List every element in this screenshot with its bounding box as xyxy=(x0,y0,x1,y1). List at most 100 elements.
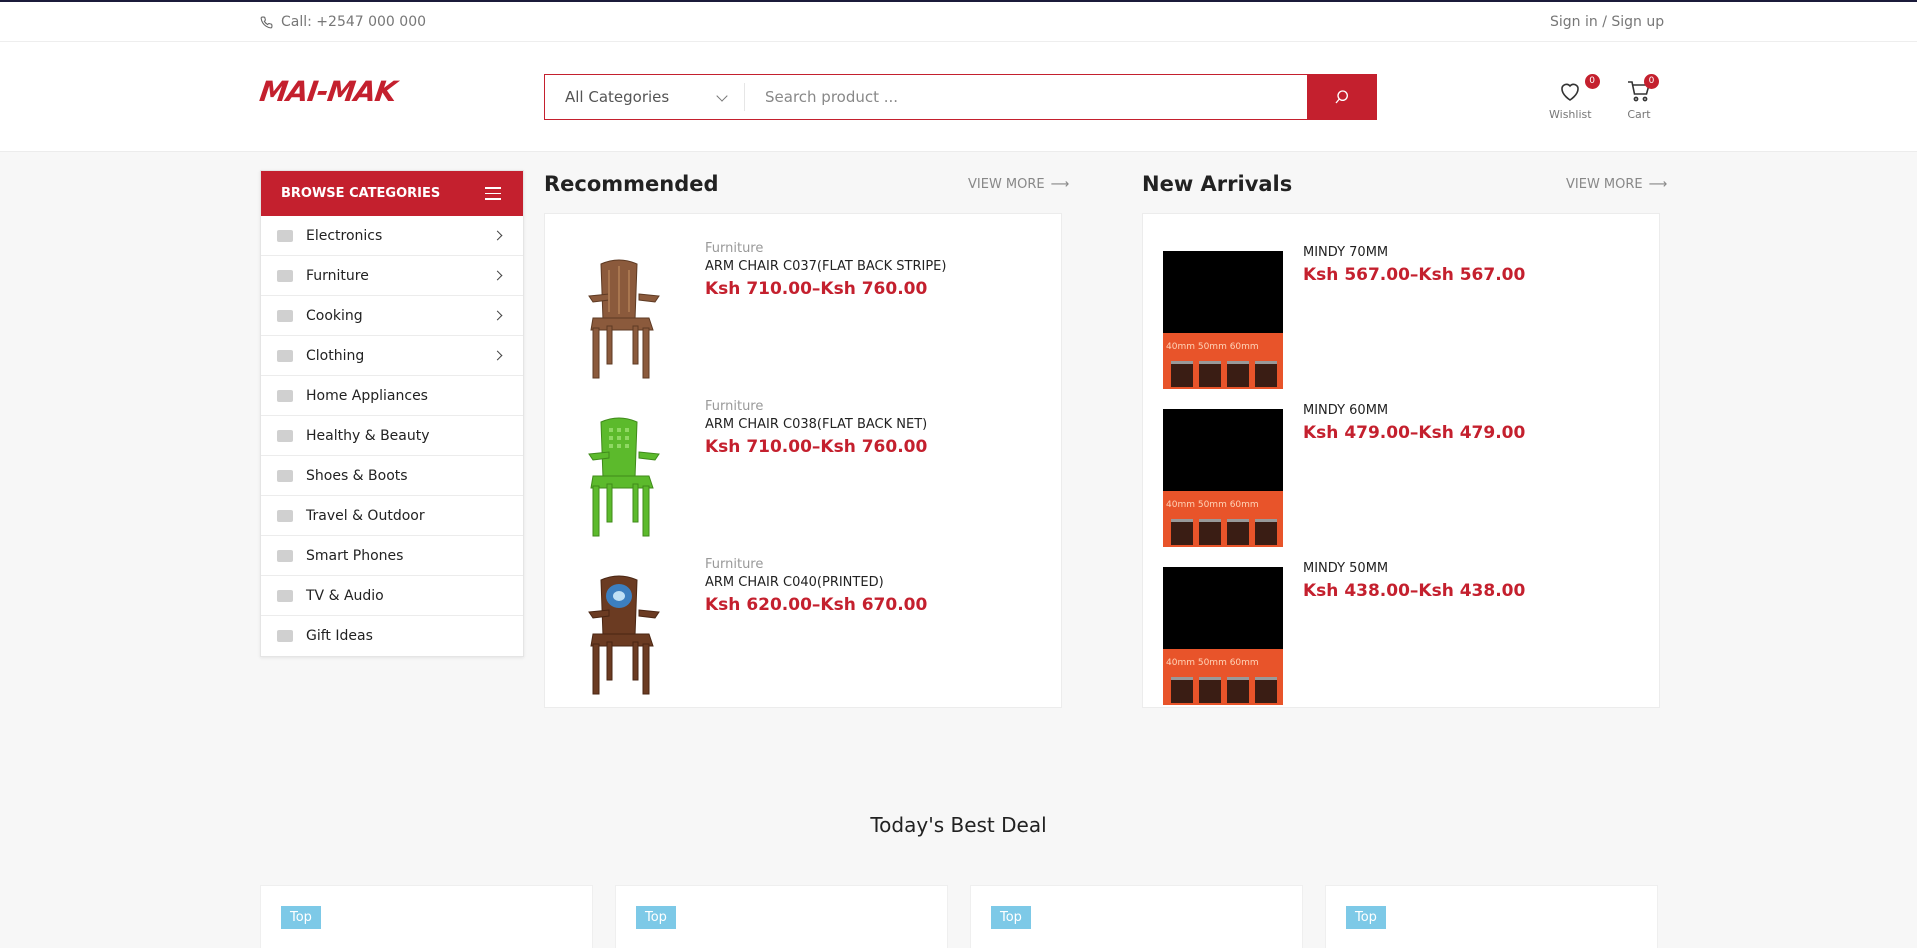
deal-card[interactable]: Top xyxy=(970,885,1303,948)
signin-link[interactable]: Sign in xyxy=(1550,14,1598,30)
sidebar-item-travel-outdoor[interactable]: Travel & Outdoor xyxy=(261,496,523,536)
product-name[interactable]: ARM CHAIR C038(FLAT BACK NET) xyxy=(705,417,927,432)
new-arrivals-panel: 40mm 50mm 60mm MINDY 70MM Ksh 567.00–Ksh… xyxy=(1142,213,1660,708)
call-text: Call: +2547 000 000 xyxy=(281,14,427,30)
product-price: Ksh 479.00–Ksh 479.00 xyxy=(1303,423,1526,443)
shirt-icon xyxy=(277,349,293,362)
heart-icon xyxy=(1561,83,1580,101)
site-logo[interactable]: MAI-MAK xyxy=(258,75,398,108)
sidebar-item-label: Cooking xyxy=(306,307,363,324)
view-more-label: VIEW MORE xyxy=(968,177,1045,192)
sidebar-item-clothing[interactable]: Clothing xyxy=(261,336,523,376)
tv-icon xyxy=(277,589,293,602)
product-image[interactable] xyxy=(579,414,667,538)
sidebar-item-label: Gift Ideas xyxy=(306,628,373,644)
product-price: Ksh 710.00–Ksh 760.00 xyxy=(705,279,928,299)
product-card[interactable]: 40mm 50mm 60mm MINDY 70MM Ksh 567.00–Ksh… xyxy=(1143,214,1659,389)
phone-icon xyxy=(277,549,293,562)
sidebar-item-healthy-beauty[interactable]: Healthy & Beauty xyxy=(261,416,523,456)
chevron-right-icon xyxy=(492,230,503,241)
search-button[interactable] xyxy=(1307,75,1376,119)
phone-icon xyxy=(260,16,273,28)
call-info: Call: +2547 000 000 xyxy=(260,14,426,30)
product-card[interactable]: 40mm 50mm 60mm MINDY 60MM Ksh 479.00–Ksh… xyxy=(1143,372,1659,547)
product-card[interactable]: 40mm 50mm 60mm MINDY 50MM Ksh 438.00–Ksh… xyxy=(1143,530,1659,705)
top-bar: Call: +2547 000 000 Sign in / Sign up xyxy=(0,2,1917,42)
search-input[interactable] xyxy=(745,75,1307,119)
sidebar-item-gift-ideas[interactable]: Gift Ideas xyxy=(261,616,523,656)
product-category: Furniture xyxy=(705,241,764,256)
product-name[interactable]: MINDY 70MM xyxy=(1303,245,1388,260)
sidebar-item-cooking[interactable]: Cooking xyxy=(261,296,523,336)
signup-link[interactable]: Sign up xyxy=(1611,14,1664,30)
product-image-text: 40mm 50mm 60mm xyxy=(1166,342,1259,352)
deal-card[interactable]: Top xyxy=(1325,885,1658,948)
sidebar-item-label: Shoes & Boots xyxy=(306,467,408,484)
best-deal-title: Today's Best Deal xyxy=(870,813,1047,837)
sidebar-item-label: Electronics xyxy=(306,227,383,244)
wishlist-count-badge: 0 xyxy=(1584,74,1600,89)
product-card[interactable]: Furniture ARM CHAIR C037(FLAT BACK STRIP… xyxy=(545,214,1061,379)
product-image-text: 40mm 50mm 60mm xyxy=(1166,658,1259,668)
cart-button[interactable]: 0 Cart xyxy=(1627,74,1659,121)
wishlist-button[interactable]: 0 Wishlist xyxy=(1549,74,1600,121)
product-image-text: 40mm 50mm 60mm xyxy=(1166,500,1259,510)
cart-count-badge: 0 xyxy=(1644,74,1659,89)
chevron-right-icon xyxy=(492,350,503,361)
sidebar-item-label: Home Appliances xyxy=(306,387,428,404)
sofa-icon xyxy=(277,269,293,282)
product-image[interactable]: 40mm 50mm 60mm xyxy=(1163,409,1283,547)
product-price: Ksh 620.00–Ksh 670.00 xyxy=(705,595,928,615)
hamburger-menu-icon[interactable] xyxy=(485,187,501,204)
browse-categories-title: BROWSE CATEGORIES xyxy=(281,186,441,201)
chevron-right-icon xyxy=(492,270,503,281)
top-badge: Top xyxy=(991,906,1031,929)
new-arrivals-view-more[interactable]: VIEW MORE ⟶ xyxy=(1566,177,1667,192)
product-name[interactable]: ARM CHAIR C037(FLAT BACK STRIPE) xyxy=(705,259,946,274)
browse-categories-header[interactable]: BROWSE CATEGORIES xyxy=(261,171,523,216)
top-badge: Top xyxy=(281,906,321,929)
top-badge: Top xyxy=(1346,906,1386,929)
product-image[interactable]: 40mm 50mm 60mm xyxy=(1163,251,1283,389)
sidebar-item-label: Healthy & Beauty xyxy=(306,427,430,444)
deal-card[interactable]: Top xyxy=(615,885,948,948)
product-card[interactable]: Furniture ARM CHAIR C038(FLAT BACK NET) … xyxy=(545,372,1061,537)
wishlist-label: Wishlist xyxy=(1549,108,1592,121)
sidebar-item-furniture[interactable]: Furniture xyxy=(261,256,523,296)
sidebar-item-smart-phones[interactable]: Smart Phones xyxy=(261,536,523,576)
chevron-down-icon xyxy=(716,90,728,102)
view-more-label: VIEW MORE xyxy=(1566,177,1643,192)
sidebar-item-label: Travel & Outdoor xyxy=(306,507,425,524)
auth-separator: / xyxy=(1602,14,1607,30)
sidebar-item-electronics[interactable]: Electronics xyxy=(261,216,523,256)
product-image[interactable]: 40mm 50mm 60mm xyxy=(1163,567,1283,705)
auth-links: Sign in / Sign up xyxy=(1550,14,1664,30)
sidebar-item-shoes-boots[interactable]: Shoes & Boots xyxy=(261,456,523,496)
sidebar-item-label: Clothing xyxy=(306,347,365,364)
shoe-icon xyxy=(277,469,293,482)
top-badge: Top xyxy=(636,906,676,929)
category-select-value: All Categories xyxy=(565,88,670,106)
deal-card[interactable]: Top xyxy=(260,885,593,948)
product-category: Furniture xyxy=(705,557,764,572)
sidebar-item-tv-audio[interactable]: TV & Audio xyxy=(261,576,523,616)
recommended-panel: Furniture ARM CHAIR C037(FLAT BACK STRIP… xyxy=(544,213,1062,708)
signpost-icon xyxy=(277,509,293,522)
product-category: Furniture xyxy=(705,399,764,414)
product-name[interactable]: MINDY 50MM xyxy=(1303,561,1388,576)
product-card[interactable]: Furniture ARM CHAIR C040(PRINTED) Ksh 62… xyxy=(545,530,1061,695)
arrow-right-icon: ⟶ xyxy=(1648,177,1668,192)
product-name[interactable]: MINDY 60MM xyxy=(1303,403,1388,418)
search-icon xyxy=(1334,90,1348,104)
recommended-view-more[interactable]: VIEW MORE ⟶ xyxy=(968,177,1069,192)
gift-icon xyxy=(277,630,293,642)
new-arrivals-title: New Arrivals xyxy=(1142,172,1293,196)
laptop-icon xyxy=(277,229,293,242)
product-name[interactable]: ARM CHAIR C040(PRINTED) xyxy=(705,575,884,590)
product-image[interactable] xyxy=(579,256,667,380)
product-price: Ksh 710.00–Ksh 760.00 xyxy=(705,437,928,457)
sidebar-item-home-appliances[interactable]: Home Appliances xyxy=(261,376,523,416)
cooking-icon xyxy=(277,309,293,322)
product-image[interactable] xyxy=(579,572,667,696)
category-select[interactable]: All Categories xyxy=(545,83,745,111)
